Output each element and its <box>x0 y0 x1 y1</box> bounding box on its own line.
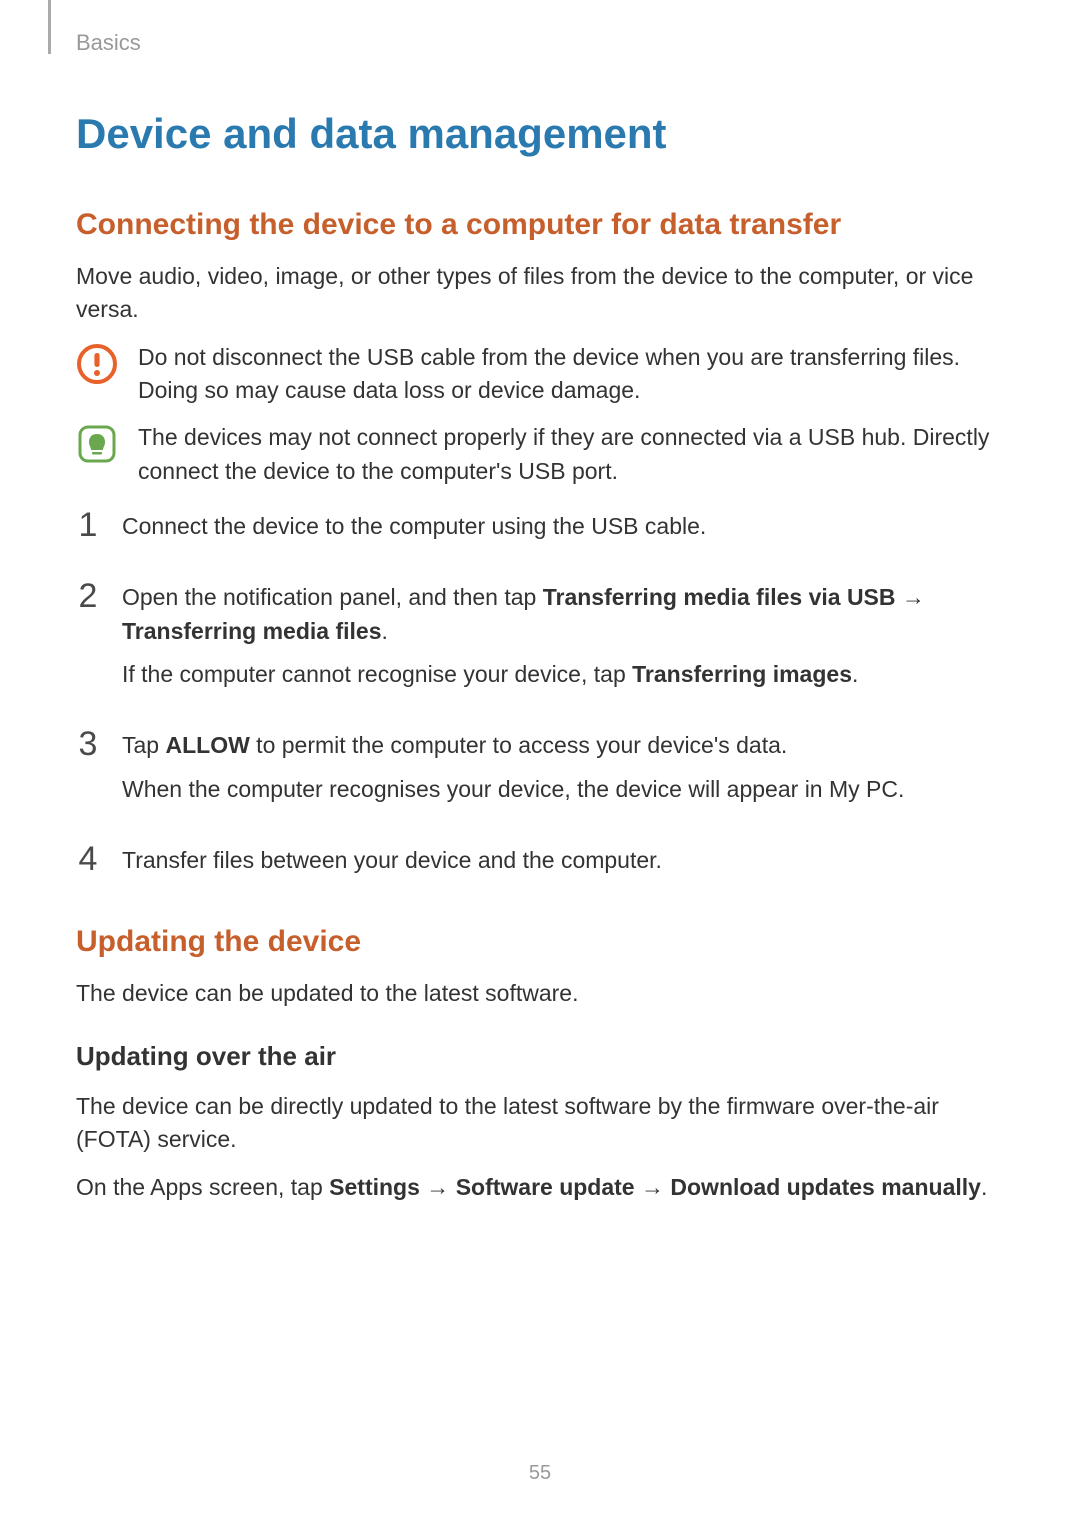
breadcrumb: Basics <box>76 30 141 56</box>
step-text: Transfer files between your device and t… <box>122 844 1004 877</box>
section-heading-connecting: Connecting the device to a computer for … <box>76 208 1004 242</box>
step-line-2: If the computer cannot recognise your de… <box>122 658 1004 691</box>
step-number: 2 <box>76 579 100 613</box>
bold-text: ALLOW <box>165 732 249 758</box>
page-title: Device and data management <box>76 110 1004 158</box>
subsection-heading-ota: Updating over the air <box>76 1041 1004 1072</box>
step-number: 4 <box>76 842 100 876</box>
bold-text: Transferring media files <box>122 618 381 644</box>
step-3: 3 Tap ALLOW to permit the computer to ac… <box>76 729 1004 816</box>
step-line-2: When the computer recognises your device… <box>122 773 1004 806</box>
section-intro: The device can be updated to the latest … <box>76 977 1004 1010</box>
step-number: 3 <box>76 727 100 761</box>
header-divider <box>48 0 51 54</box>
warning-callout: Do not disconnect the USB cable from the… <box>76 341 1004 408</box>
section-heading-updating: Updating the device <box>76 925 1004 959</box>
note-callout: The devices may not connect properly if … <box>76 421 1004 488</box>
bold-text: Transferring images <box>632 661 852 687</box>
page-number: 55 <box>0 1462 1080 1485</box>
note-text: The devices may not connect properly if … <box>138 421 1004 488</box>
step-number: 1 <box>76 508 100 542</box>
bold-text: Settings <box>329 1174 420 1200</box>
bold-text: Software update <box>456 1174 635 1200</box>
step-body: Connect the device to the computer using… <box>122 510 1004 553</box>
steps-list: 1 Connect the device to the computer usi… <box>76 510 1004 887</box>
step-text: Connect the device to the computer using… <box>122 510 1004 543</box>
warning-icon <box>76 343 118 385</box>
step-body: Open the notification panel, and then ta… <box>122 581 1004 701</box>
warning-text: Do not disconnect the USB cable from the… <box>138 341 1004 408</box>
step-body: Tap ALLOW to permit the computer to acce… <box>122 729 1004 816</box>
page-content: Device and data management Connecting th… <box>0 0 1080 1204</box>
step-line-1: Tap ALLOW to permit the computer to acce… <box>122 729 1004 762</box>
section-intro: Move audio, video, image, or other types… <box>76 260 1004 327</box>
note-icon <box>76 423 118 465</box>
step-1: 1 Connect the device to the computer usi… <box>76 510 1004 553</box>
bold-text: Download updates manually <box>670 1174 981 1200</box>
step-2: 2 Open the notification panel, and then … <box>76 581 1004 701</box>
step-line-1: Open the notification panel, and then ta… <box>122 581 1004 648</box>
step-4: 4 Transfer files between your device and… <box>76 844 1004 887</box>
paragraph: The device can be directly updated to th… <box>76 1090 1004 1157</box>
paragraph: On the Apps screen, tap Settings → Softw… <box>76 1171 1004 1204</box>
step-body: Transfer files between your device and t… <box>122 844 1004 887</box>
bold-text: Transferring media files via USB <box>543 584 896 610</box>
